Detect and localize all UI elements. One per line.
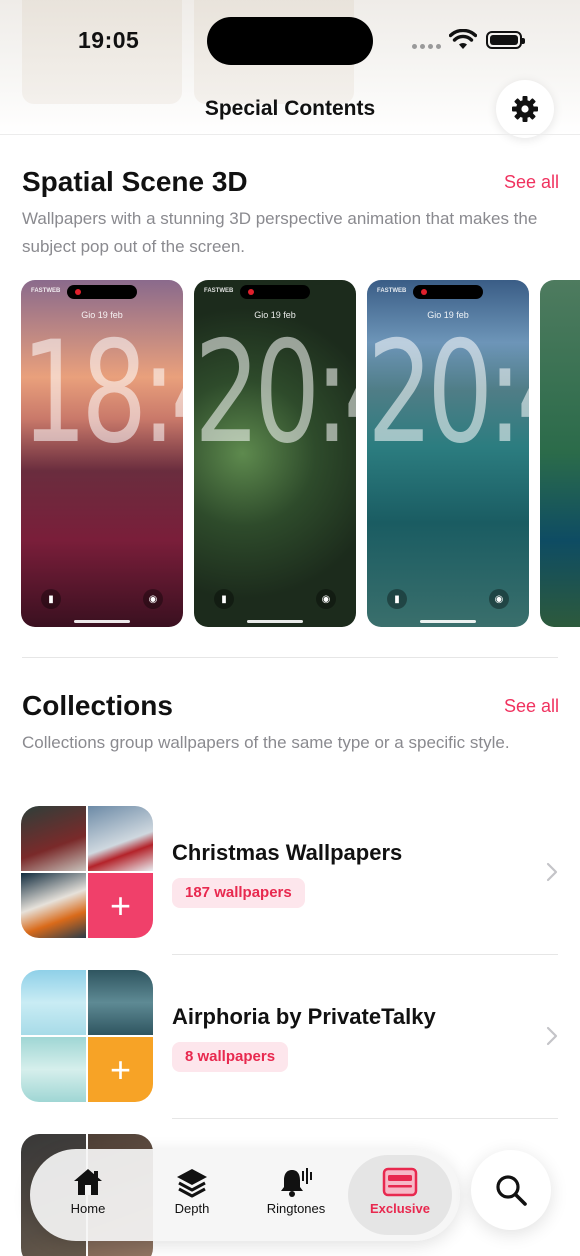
dynamic-island [240,285,310,299]
battery-icon [486,31,525,49]
tab-label: Exclusive [370,1201,430,1216]
thumbnail-image [88,970,153,1035]
search-icon [496,1175,527,1206]
collection-row[interactable]: + Christmas Wallpapers 187 wallpapers [0,806,580,941]
row-divider [172,954,558,955]
section-description-collections: Collections group wallpapers of the same… [22,733,510,752]
collection-thumbnail: + [21,970,153,1102]
see-all-collections-link[interactable]: See all [504,696,559,717]
thumbnail-image [21,1037,86,1102]
card-clock: 18:42 [21,310,183,475]
card-clock: 20:45 [194,310,356,475]
section-description-spatial: Wallpapers with a stunning 3D perspectiv… [22,209,538,256]
thumbnail-image [21,970,86,1035]
house-icon [74,1169,102,1195]
chevron-right-icon [546,1026,558,1046]
home-indicator [420,620,476,623]
collection-count-badge: 187 wallpapers [172,878,305,908]
thumbnail-image [21,873,86,938]
tab-bar: Home Depth Ringtones Exclusive [30,1149,460,1241]
layers-icon [177,1169,207,1198]
dynamic-island [413,285,483,299]
plus-icon: + [88,1037,153,1102]
wifi-icon [449,29,477,49]
status-time: 19:05 [78,27,140,53]
card-carrier: FASTWEB [31,288,61,294]
card-clock: 20:48 [367,310,529,475]
tab-exclusive[interactable]: Exclusive [348,1155,452,1235]
see-all-spatial-link[interactable]: See all [504,172,559,193]
flashlight-icon: ▮ [41,589,61,609]
section-divider [22,657,558,658]
home-indicator [74,620,130,623]
collection-thumbnail: + [21,806,153,938]
tab-home[interactable]: Home [36,1155,140,1235]
tab-label: Depth [174,1201,210,1216]
row-divider [172,1118,558,1119]
section-title-spatial: Spatial Scene 3D [22,166,248,197]
bell-wave-icon [281,1168,312,1197]
thumbnail-image [21,806,86,871]
card-carrier: FASTWEB [377,288,407,294]
spatial-wallpaper-card[interactable] [540,280,580,627]
camera-icon: ◉ [489,589,509,609]
card-carrier: FASTWEB [204,288,234,294]
collection-row[interactable]: + Airphoria by PrivateTalky 8 wallpapers [0,970,580,1105]
dynamic-island [207,17,373,65]
chevron-right-icon [546,862,558,882]
collection-name: Christmas Wallpapers [172,840,403,865]
header-divider [0,134,580,135]
tab-label: Ringtones [266,1201,326,1216]
search-button[interactable] [471,1150,551,1230]
flashlight-icon: ▮ [387,589,407,609]
tab-label: Home [70,1201,106,1216]
spatial-wallpaper-card[interactable]: FASTWEB Gio 19 feb 20:48 ▮ ◉ [367,280,529,627]
dynamic-island [67,285,137,299]
tab-depth[interactable]: Depth [140,1155,244,1235]
exclusive-card-icon [382,1167,418,1197]
plus-icon: + [88,873,153,938]
spatial-wallpaper-card[interactable]: FASTWEB Gio 19 feb 20:45 ▮ ◉ [194,280,356,627]
flashlight-icon: ▮ [214,589,234,609]
cellular-signal-icon [412,44,441,49]
gear-icon [512,96,538,122]
section-title-collections: Collections [22,690,173,721]
collection-name: Airphoria by PrivateTalky [172,1004,436,1029]
thumbnail-image [88,806,153,871]
home-indicator [247,620,303,623]
camera-icon: ◉ [143,589,163,609]
spatial-wallpaper-card[interactable]: FASTWEB Gio 19 feb 18:42 ▮ ◉ [21,280,183,627]
collection-count-badge: 8 wallpapers [172,1042,289,1072]
camera-icon: ◉ [316,589,336,609]
settings-button[interactable] [496,80,554,138]
page-title: Special Contents [204,97,376,120]
tab-ringtones[interactable]: Ringtones [244,1155,348,1235]
